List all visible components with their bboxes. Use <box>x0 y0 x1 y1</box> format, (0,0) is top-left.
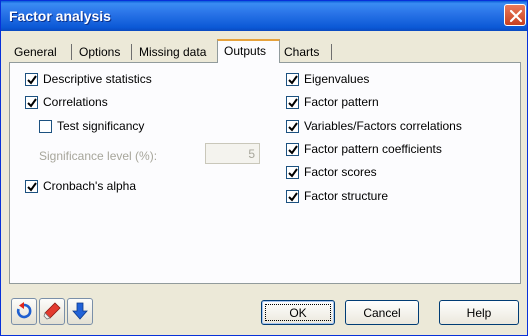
check-icon <box>288 122 298 132</box>
significance-level-label: Significance level (%): <box>39 149 158 163</box>
cronbachs-alpha-label: Cronbach's alpha <box>43 179 137 193</box>
window-title: Factor analysis <box>9 8 111 24</box>
tab-general[interactable]: General <box>11 42 72 62</box>
descriptive-statistics-label: Descriptive statistics <box>43 72 152 86</box>
check-icon <box>288 145 298 155</box>
significance-level-input[interactable]: 5 <box>205 143 260 164</box>
checkbox-box <box>25 73 38 86</box>
reset-button[interactable] <box>11 298 37 325</box>
eigenvalues-label: Eigenvalues <box>304 72 370 86</box>
reset-icon <box>16 302 32 319</box>
variables-factors-correlations-label: Variables/Factors correlations <box>304 119 462 133</box>
check-icon <box>27 98 37 108</box>
test-significancy-label: Test significancy <box>57 119 145 133</box>
tab-options[interactable]: Options <box>76 42 132 62</box>
tab-charts[interactable]: Charts <box>280 42 332 62</box>
tab-general-label: General <box>14 45 57 59</box>
checkbox-box <box>286 143 299 156</box>
correlations-label: Correlations <box>43 95 108 109</box>
factor-structure-label: Factor structure <box>304 189 389 203</box>
help-button[interactable]: Help <box>439 300 519 325</box>
cancel-button[interactable]: Cancel <box>345 300 419 325</box>
ok-button[interactable]: OK <box>261 300 335 325</box>
down-arrow-icon <box>72 302 88 320</box>
factor-pattern-coefficients-label: Factor pattern coefficients <box>304 142 442 156</box>
checkbox-box <box>25 96 38 109</box>
factor-pattern-label: Factor pattern <box>304 95 379 109</box>
checkbox-box <box>39 120 52 133</box>
tab-outputs-label: Outputs <box>224 44 267 58</box>
checkbox-box <box>25 180 38 193</box>
help-label: Help <box>466 306 492 320</box>
check-icon <box>288 75 298 85</box>
tab-charts-label: Charts <box>284 45 320 59</box>
tab-outputs[interactable]: Outputs <box>217 39 280 63</box>
close-icon <box>509 9 523 23</box>
check-icon <box>288 98 298 108</box>
tab-missing-data-label: Missing data <box>139 45 207 59</box>
check-icon <box>288 192 298 202</box>
checkbox-box <box>286 73 299 86</box>
check-icon <box>27 182 37 192</box>
checkbox-box <box>286 96 299 109</box>
tab-options-label: Options <box>79 45 121 59</box>
check-icon <box>27 75 37 85</box>
outputs-panel: Descriptive statistics Correlations Test… <box>9 62 521 284</box>
title-bar[interactable]: Factor analysis <box>1 1 527 31</box>
cancel-label: Cancel <box>363 306 401 320</box>
eraser-icon <box>43 302 61 320</box>
check-icon <box>288 168 298 178</box>
factor-analysis-dialog: Factor analysis General Options Missing … <box>0 0 528 336</box>
checkbox-box <box>286 166 299 179</box>
clear-button[interactable] <box>39 298 65 325</box>
factor-scores-label: Factor scores <box>304 165 377 179</box>
tab-missing-data[interactable]: Missing data <box>136 42 220 62</box>
move-down-button[interactable] <box>67 298 93 325</box>
checkbox-box <box>286 190 299 203</box>
checkbox-box <box>286 120 299 133</box>
close-button[interactable] <box>504 4 526 26</box>
